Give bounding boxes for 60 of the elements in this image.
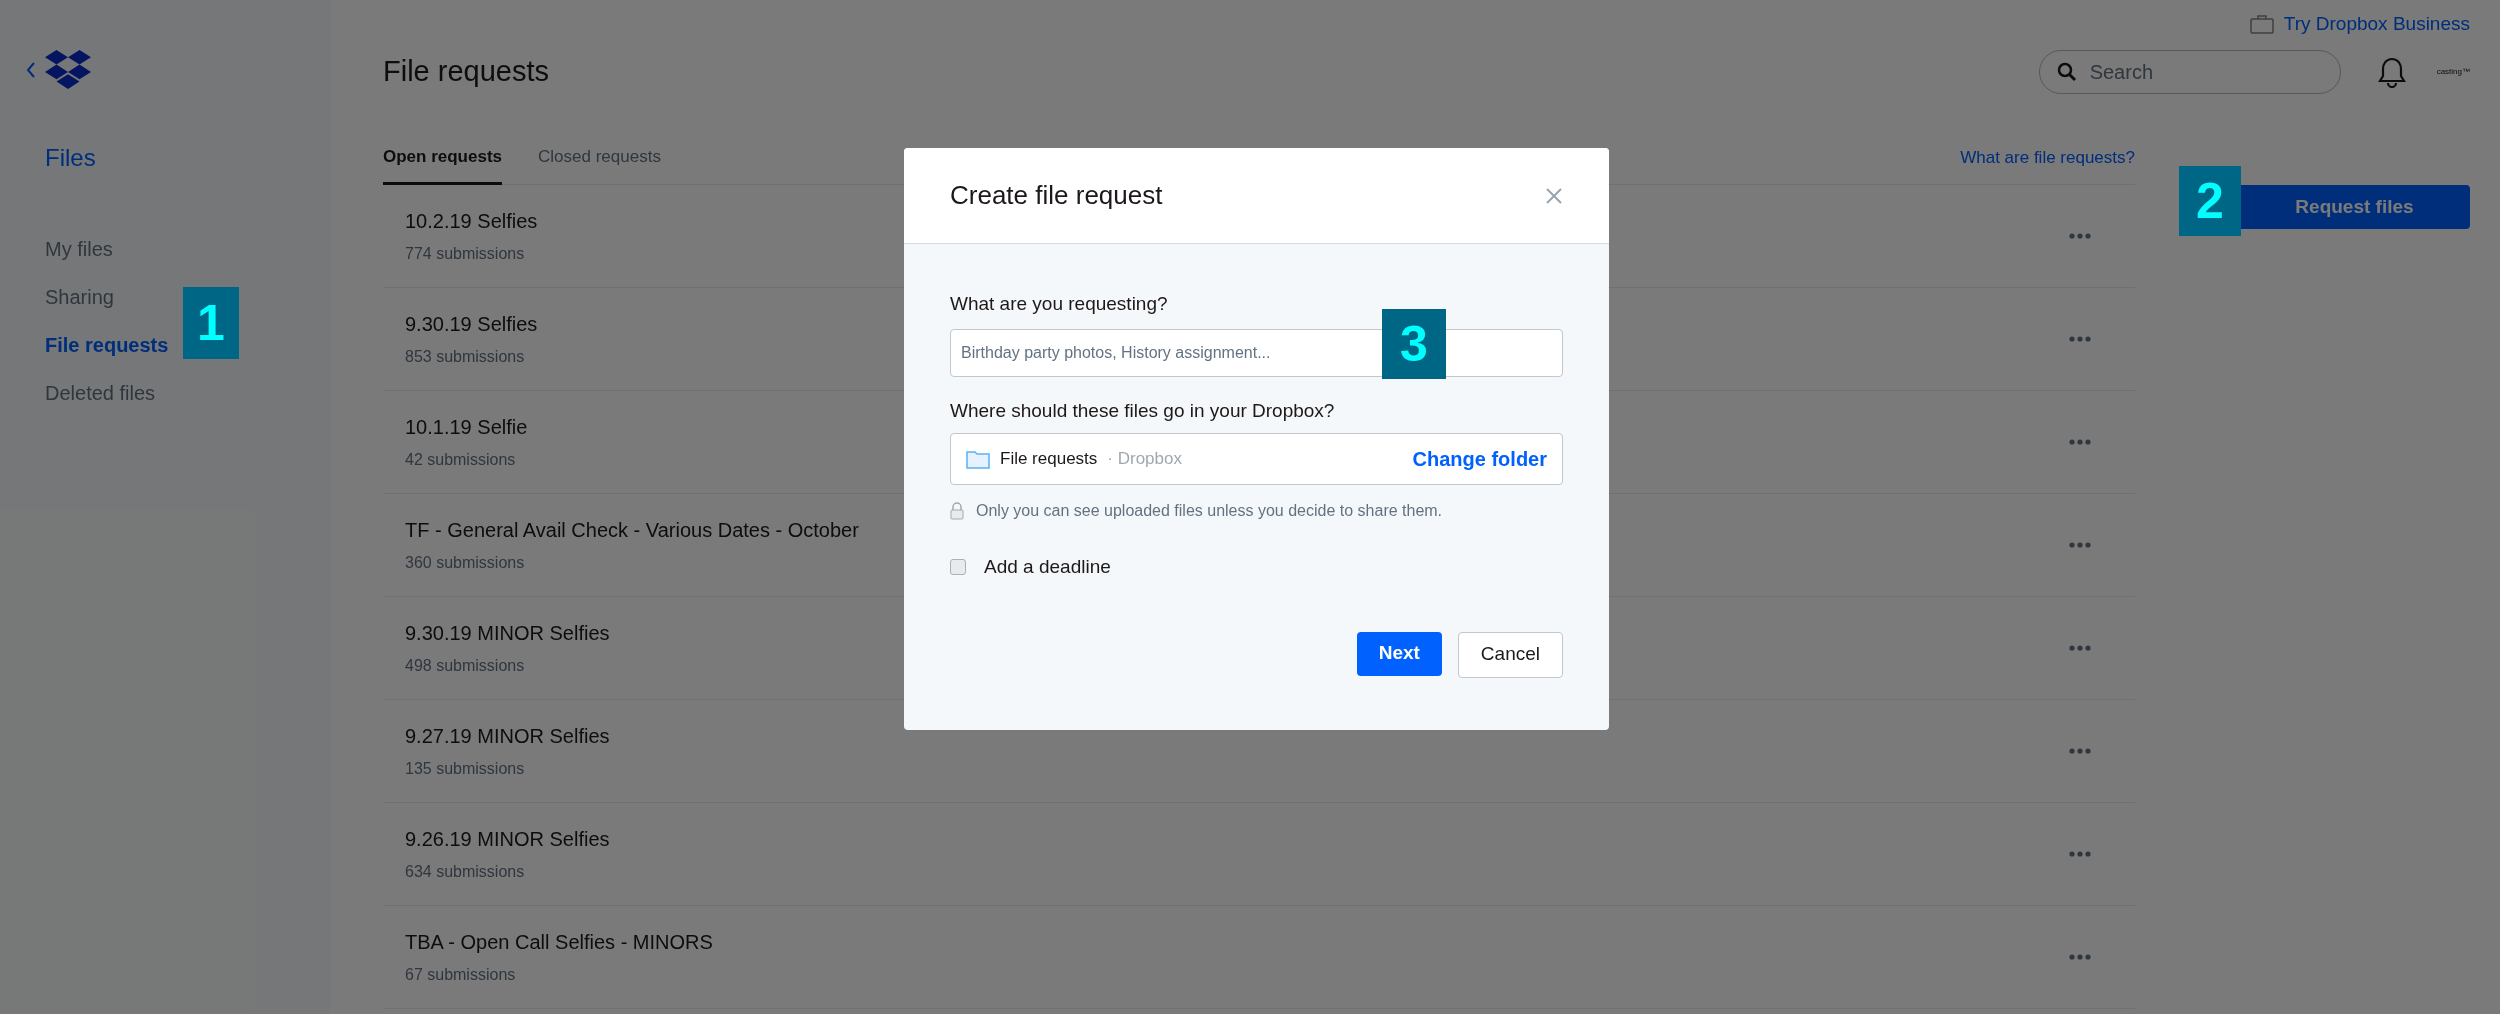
request-row[interactable]: TBA - Open Call Selfies - MINORS 67 submissions [383, 906, 2135, 1009]
more-options-icon[interactable] [2069, 954, 2091, 960]
more-options-icon[interactable] [2069, 439, 2091, 445]
dropbox-logo-icon[interactable] [45, 50, 91, 90]
search-field[interactable]: Search [2038, 50, 2341, 94]
step-number-badge: 2 [2179, 166, 2241, 236]
sidebar-item[interactable]: My files [45, 234, 113, 264]
request-title: 10.1.19 Selfie [405, 415, 528, 440]
deadline-checkbox[interactable] [950, 559, 966, 576]
field-label: Where should these files go in your Dropbox? [950, 398, 1336, 423]
sidebar-item[interactable]: File requests [45, 330, 169, 360]
folder-location: · Dropbox [1107, 448, 1182, 471]
submission-count: 42 submissions [405, 450, 516, 470]
help-link[interactable]: What are file requests? [1960, 145, 2135, 171]
field-label: What are you requesting? [950, 292, 1169, 316]
lock-icon [950, 502, 964, 520]
more-options-icon[interactable] [2069, 748, 2091, 754]
step-number-badge: 3 [1382, 309, 1446, 379]
checkbox-label: Add a deadline [984, 555, 1111, 579]
bell-icon[interactable] [2376, 56, 2407, 88]
more-options-icon[interactable] [2069, 336, 2091, 342]
account-logo[interactable]: casting™ [2436, 66, 2470, 78]
modal-title: Create file request [950, 179, 1164, 212]
sidebar-item[interactable]: Sharing [45, 282, 114, 312]
request-title: 9.27.19 MINOR Selfies [405, 724, 610, 749]
request-title: 9.30.19 Selfies [405, 312, 538, 337]
more-options-icon[interactable] [2069, 851, 2091, 857]
back-chevron-icon[interactable] [25, 61, 37, 79]
request-title: TF - General Avail Check - Various Dates - October [405, 518, 859, 543]
sidebar-heading[interactable]: Files [45, 140, 96, 176]
more-options-icon[interactable] [2069, 542, 2091, 548]
step-number-badge: 1 [183, 287, 239, 359]
request-title: TBA - Open Call Selfies - MINORS [405, 930, 713, 955]
submission-count: 360 submissions [405, 553, 525, 573]
next-button[interactable]: Next [1356, 631, 1442, 676]
try-business-link[interactable]: Try Dropbox Business [2249, 9, 2470, 39]
tab[interactable]: Open requests [383, 132, 503, 185]
sidebar-item[interactable]: Deleted files [45, 378, 156, 408]
search-icon [2056, 62, 2077, 82]
cancel-button[interactable]: Cancel [1457, 631, 1563, 678]
submission-count: 634 submissions [405, 862, 525, 882]
submission-count: 498 submissions [405, 656, 525, 676]
change-folder-link[interactable]: Change folder [1412, 444, 1547, 474]
page-title: File requests [383, 54, 550, 90]
submission-count: 67 submissions [405, 965, 516, 985]
briefcase-icon [2249, 14, 2274, 34]
privacy-note: Only you can see uploaded files unless you decide to share them. [976, 501, 1443, 521]
request-title: 9.26.19 MINOR Selfies [405, 827, 610, 852]
more-options-icon[interactable] [2069, 233, 2091, 239]
submission-count: 853 submissions [405, 347, 525, 367]
tab[interactable]: Closed requests [538, 132, 661, 185]
submission-count: 135 submissions [405, 759, 525, 779]
submission-count: 774 submissions [405, 244, 525, 264]
close-icon[interactable] [1545, 186, 1563, 205]
request-title: 10.2.19 Selfies [405, 209, 538, 234]
folder-icon [966, 449, 990, 469]
request-title: 9.30.19 MINOR Selfies [405, 621, 610, 646]
request-row[interactable]: 9.26.19 MINOR Selfies 634 submissions [383, 803, 2135, 906]
folder-name: File requests [1000, 448, 1098, 471]
more-options-icon[interactable] [2069, 645, 2091, 651]
